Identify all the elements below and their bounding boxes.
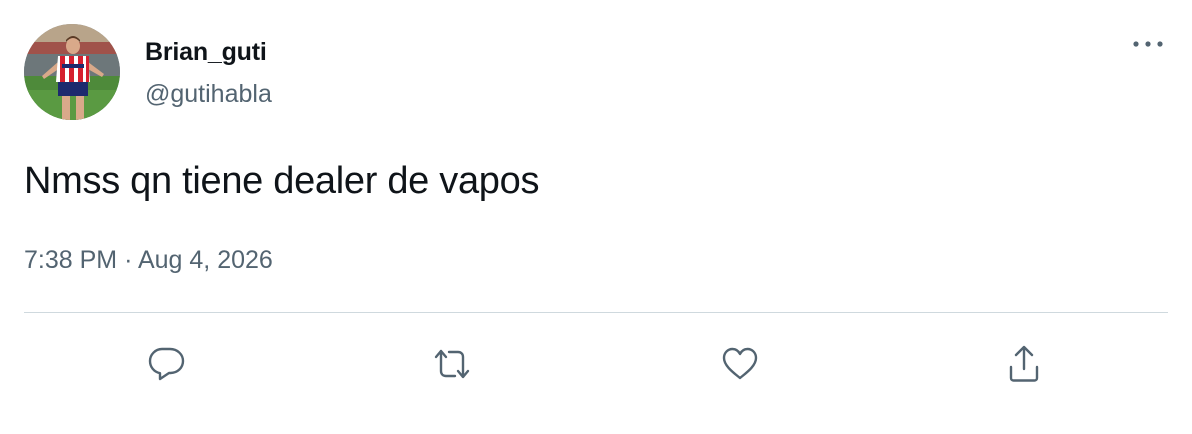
avatar[interactable] [24,24,120,120]
like-button[interactable] [716,340,764,388]
tweet-time[interactable]: 7:38 PM [24,246,117,274]
tweet-text: Nmss qn tiene dealer de vapos [24,160,540,202]
tweet-timestamp: 7:38 PM · Aug 4, 2026 [24,246,273,275]
avatar-image [24,24,120,120]
share-button[interactable] [1000,340,1048,388]
speech-bubble-icon [148,347,185,381]
divider [24,312,1168,313]
heart-icon [722,347,758,380]
more-dots-icon [1133,41,1163,47]
meta-separator: · [124,246,133,274]
reply-button[interactable] [143,340,191,388]
tweet-card: Brian_guti @gutihabla Nmss qn tiene deal… [0,0,1192,434]
display-name[interactable]: Brian_guti [145,38,267,67]
user-handle[interactable]: @gutihabla [145,80,272,109]
retweet-button[interactable] [428,340,476,388]
more-options-button[interactable] [1126,32,1170,58]
tweet-date[interactable]: Aug 4, 2026 [138,246,273,274]
share-upload-icon [1009,345,1039,382]
retweet-arrows-icon [434,349,470,379]
